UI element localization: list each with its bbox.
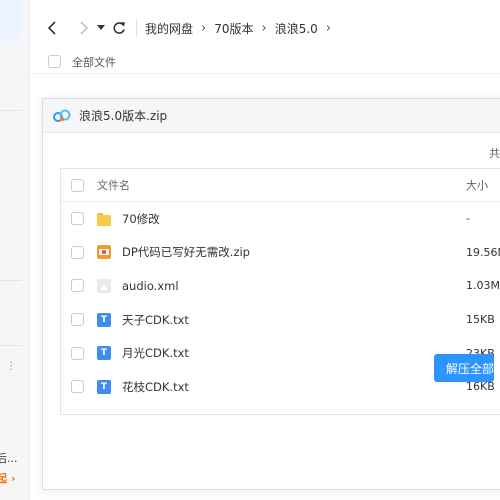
txt-file-icon: T xyxy=(97,346,111,361)
file-checkbox[interactable] xyxy=(71,346,84,360)
file-checkbox[interactable] xyxy=(71,245,84,259)
file-name: 天子CDK.txt xyxy=(122,312,189,327)
file-row[interactable]: audio.xml 1.03M xyxy=(61,269,500,303)
breadcrumb-separator-icon: › xyxy=(261,20,267,36)
baidu-cloud-logo-icon xyxy=(53,109,71,122)
folder-icon xyxy=(97,212,111,226)
zip-preview-dialog: 浪浪5.0版本.zip 共 文件名 大小 70修改 - DP代码已写好无需改.z… xyxy=(42,98,500,490)
back-button[interactable] xyxy=(42,17,64,39)
file-name: 月光CDK.txt xyxy=(122,346,189,361)
file-size: 19.56M xyxy=(466,245,500,259)
refresh-icon xyxy=(113,22,125,34)
select-all-files-checkbox[interactable] xyxy=(71,178,84,192)
nav-divider xyxy=(136,19,137,37)
breadcrumb-separator-icon: › xyxy=(325,20,331,36)
file-checkbox[interactable] xyxy=(71,313,84,327)
xml-file-icon xyxy=(97,278,111,293)
file-checkbox[interactable] xyxy=(71,279,84,293)
sidebar-cut-text: 后... xyxy=(0,452,18,465)
chevron-left-icon xyxy=(47,21,56,35)
file-name: 70修改 xyxy=(122,211,160,226)
more-dots-icon[interactable]: ⋮ xyxy=(6,361,16,372)
zip-icon xyxy=(97,245,111,260)
file-list-header: 文件名 大小 xyxy=(61,169,500,202)
select-all-row: 全部文件 xyxy=(30,50,500,74)
file-count-text: 共 xyxy=(489,147,500,160)
sidebar-promo-link[interactable]: 起 › xyxy=(0,470,15,486)
file-checkbox[interactable] xyxy=(71,212,84,226)
caret-down-icon xyxy=(97,25,105,30)
file-size: 1.03M xyxy=(466,279,500,293)
breadcrumb-current-folder[interactable]: 浪浪5.0 xyxy=(275,20,318,37)
file-row[interactable]: DP代码已写好无需改.zip 19.56M xyxy=(61,236,500,270)
file-size: 16KB xyxy=(466,380,495,394)
file-name: audio.xml xyxy=(122,278,179,293)
sidebar-active-item[interactable] xyxy=(0,0,22,40)
dialog-title: 浪浪5.0版本.zip xyxy=(79,109,168,123)
file-size: - xyxy=(466,212,470,226)
txt-file-icon: T xyxy=(97,379,111,394)
navigation-bar: 我的网盘 › 70版本 › 浪浪5.0 › xyxy=(30,10,500,46)
breadcrumb-separator-icon: › xyxy=(201,20,207,36)
file-row[interactable]: 70修改 - xyxy=(61,202,500,236)
file-row[interactable]: T 天子CDK.txt 15KB xyxy=(61,303,500,337)
txt-file-icon: T xyxy=(97,312,111,327)
dialog-header: 浪浪5.0版本.zip xyxy=(43,99,500,133)
sidebar-divider xyxy=(0,280,22,281)
history-dropdown-button[interactable] xyxy=(94,17,108,39)
refresh-button[interactable] xyxy=(108,17,130,39)
file-name: 花枝CDK.txt xyxy=(122,379,189,394)
sidebar-divider xyxy=(0,110,22,111)
forward-button[interactable] xyxy=(72,17,94,39)
column-header-name[interactable]: 文件名 xyxy=(97,177,130,193)
file-name: DP代码已写好无需改.zip xyxy=(122,245,250,260)
file-checkbox[interactable] xyxy=(71,380,84,394)
column-header-size[interactable]: 大小 xyxy=(466,177,488,193)
main-panel: 我的网盘 › 70版本 › 浪浪5.0 › 全部文件 浪浪5.0版本.zip 共… xyxy=(30,0,500,500)
select-all-checkbox[interactable] xyxy=(48,55,61,68)
select-all-label: 全部文件 xyxy=(72,55,116,69)
chevron-right-icon xyxy=(80,21,89,35)
sidebar: ⋮ 后... 起 › xyxy=(0,0,30,500)
file-size: 15KB xyxy=(466,313,495,327)
breadcrumb-my-drive[interactable]: 我的网盘 xyxy=(145,20,193,37)
breadcrumb-70-version[interactable]: 70版本 xyxy=(214,20,253,37)
extract-all-button[interactable]: 解压全部 xyxy=(434,354,494,382)
sidebar-divider xyxy=(0,345,22,346)
